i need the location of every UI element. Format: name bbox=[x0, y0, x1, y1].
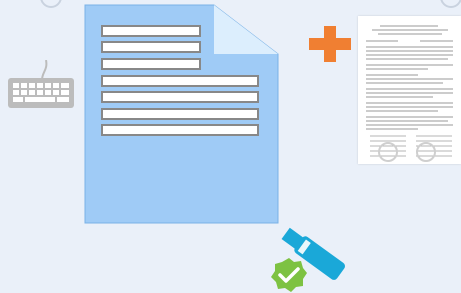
document-template-icon bbox=[84, 4, 279, 224]
illustration-canvas bbox=[0, 0, 461, 292]
signed-document-icon bbox=[358, 16, 461, 164]
plus-icon bbox=[309, 26, 351, 62]
keyboard-icon bbox=[8, 60, 74, 108]
decorative-arc-left bbox=[40, 0, 62, 8]
decorative-arc-right bbox=[440, 0, 461, 8]
checkmark-badge-icon bbox=[271, 258, 307, 292]
